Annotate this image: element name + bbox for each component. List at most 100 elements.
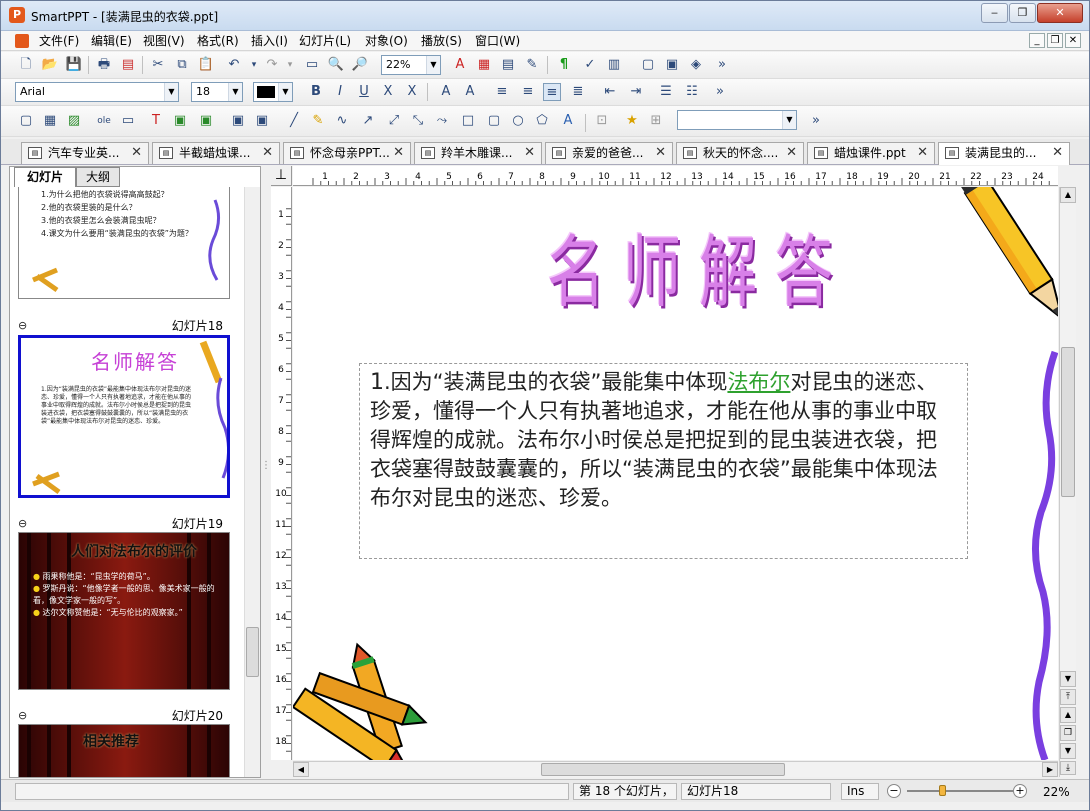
more-draw-icon[interactable]: » [807,112,825,130]
tab-outline[interactable]: 大纲 [76,167,120,187]
menu-play[interactable]: 播放(S) [421,33,462,49]
mdi-restore-icon[interactable]: ❐ [1047,33,1063,48]
line-icon[interactable]: ╱ [285,112,303,130]
menu-edit[interactable]: 编辑(E) [91,33,132,49]
slide-thumbnail-20[interactable]: 相关推荐 [18,724,230,777]
picture-icon[interactable]: ▨ [65,112,83,130]
cut-icon[interactable]: ✂ [149,56,167,74]
copy-icon[interactable]: ⧉ [173,56,191,74]
tab-close-icon[interactable]: ✕ [917,143,928,163]
justify-icon[interactable]: ≣ [569,83,587,101]
first-slide-icon[interactable]: ⤒ [1060,689,1076,705]
pdf-icon[interactable]: ▤ [119,56,137,74]
underline-icon[interactable]: U [355,83,373,101]
tab-close-icon[interactable]: ✕ [262,143,273,163]
elbow-connector-icon[interactable]: ⤡ [409,112,427,130]
present-icon[interactable]: ▣ [663,56,681,74]
tab-slides[interactable]: 幻灯片 [14,167,76,187]
tab-close-icon[interactable]: ✕ [131,143,142,163]
vertical-scrollbar[interactable]: ▲ ▼ ⤒ ▲ ❐ ▼ ⤓ [1059,187,1076,777]
tab-document-8-active[interactable]: ▤ 装满昆虫的... ✕ [938,142,1070,165]
curved-connector-icon[interactable]: ⤳ [433,112,451,130]
scroll-right-icon[interactable]: ▶ [1042,762,1058,777]
slide-thumbnail-17[interactable]: 1.为什么把他的衣袋说得高高鼓起？ 2.他的衣袋里装的是什么？ 3.他的衣袋里怎… [18,187,230,299]
menu-window[interactable]: 窗口(W) [475,33,520,49]
menu-object[interactable]: 对象(O) [365,33,408,49]
redo-icon[interactable]: ↷ [263,56,281,74]
chart-icon[interactable]: ▦ [475,56,493,74]
mdi-close-icon[interactable]: ✕ [1065,33,1081,48]
style-select[interactable]: ▼ [677,110,797,130]
italic-icon[interactable]: I [331,83,349,101]
tab-document-1[interactable]: ▤ 汽车专业英... ✕ [21,142,149,164]
last-slide-icon[interactable]: ⤓ [1060,761,1076,775]
curve-icon[interactable]: ∿ [333,112,351,130]
ungroup-icon[interactable]: ▣ [253,112,271,130]
shrink-font-icon[interactable]: A [461,83,479,101]
bullet-list-icon[interactable]: ☰ [657,83,675,101]
horizontal-scrollbar[interactable]: ◀ ▶ [293,761,1058,777]
rectangle-icon[interactable]: □ [459,112,477,130]
zoom-in-button[interactable]: + [1013,784,1027,798]
grow-font-icon[interactable]: A [437,83,455,101]
new-file-icon[interactable]: 🗋 [17,56,35,74]
menu-file[interactable]: 文件(F) [39,33,79,49]
tab-document-7[interactable]: ▤ 蜡烛课件.ppt ✕ [807,142,935,164]
print-icon[interactable]: 🖶 [95,56,113,74]
table-icon[interactable]: ▤ [499,56,517,74]
strikethrough-icon[interactable]: X [379,83,397,101]
tab-document-5[interactable]: ▤ 亲爱的爸爸... ✕ [545,142,673,164]
shape-a-icon[interactable]: ▣ [171,112,189,130]
page-icon[interactable]: ▢ [639,56,657,74]
effects-icon[interactable]: ⊞ [647,112,665,130]
statistics-icon[interactable]: ▥ [605,56,623,74]
bold-icon[interactable]: B [307,83,325,101]
ruler-corner-icon[interactable]: ⊥ [271,166,292,186]
menu-insert[interactable]: 插入(I) [251,33,288,49]
slide-thumbnail-19[interactable]: 人们对法布尔的评价 ● 雨果称他是：“昆虫学的荷马”。 ● 罗斯丹说：“他像学者… [18,532,230,690]
spellcheck-icon[interactable]: ✓ [581,56,599,74]
ellipse-icon[interactable]: ○ [509,112,527,130]
slide-canvas[interactable]: 名师解答 1.因为“装满昆虫的衣袋”最能集中体现法布尔对昆虫的迷恋、珍爱，懂得一… [293,187,1058,760]
undo-dropdown-icon[interactable]: ▾ [245,56,263,74]
more-format-icon[interactable]: » [711,83,729,101]
select-all-icon[interactable]: ▢ [17,112,35,130]
paste-icon[interactable]: 📋 [197,56,215,74]
numbered-list-icon[interactable]: ☷ [683,83,701,101]
tab-close-icon[interactable]: ✕ [393,143,404,163]
splitter-handle[interactable]: ⋮ [261,451,271,481]
open-folder-icon[interactable]: 📂 [41,56,59,74]
maximize-button[interactable]: ❐ [1009,3,1036,23]
align-left-icon[interactable]: ≡ [493,83,511,101]
tab-document-3[interactable]: ▤ 怀念母亲PPT... ✕ [283,142,411,164]
tab-document-4[interactable]: ▤ 羚羊木雕课... ✕ [414,142,542,164]
align-center-icon[interactable]: ≡ [519,83,537,101]
tab-close-icon[interactable]: ✕ [1052,143,1063,163]
scroll-thumb[interactable] [1061,347,1075,497]
tab-document-2[interactable]: ▤ 半截蜡烛课... ✕ [152,142,280,164]
more-toolbar-icon[interactable]: » [713,56,731,74]
minimize-button[interactable]: ‒ [981,3,1008,23]
pencil-icon[interactable]: ✎ [309,112,327,130]
scroll-down-icon[interactable]: ▼ [1060,671,1076,687]
zoom-out-icon[interactable]: 🔎 [351,56,369,74]
document-icon[interactable] [15,34,29,48]
scroll-up-icon[interactable]: ▲ [1060,187,1076,203]
save-icon[interactable]: 💾 [65,56,83,74]
redo-dropdown-icon[interactable]: ▾ [281,56,299,74]
tab-document-6[interactable]: ▤ 秋天的怀念.... ✕ [676,142,804,164]
table-insert-icon[interactable]: ▦ [41,112,59,130]
slide-thumbnail-18[interactable]: 名师解答 1.因为“装满昆虫的衣袋”最能集中体现法布尔对昆虫的迷恋、珍爱，懂得一… [18,335,230,498]
zoom-slider-track[interactable] [907,790,1013,792]
font-name-select[interactable]: Arial ▼ [15,82,179,102]
scroll-thumb[interactable] [541,763,785,776]
menu-view[interactable]: 视图(V) [143,33,185,49]
slide-list-icon[interactable]: ❐ [1060,725,1076,741]
tab-close-icon[interactable]: ✕ [524,143,535,163]
previous-slide-icon[interactable]: ▲ [1060,707,1076,723]
scroll-thumb[interactable] [246,627,259,677]
zoom-select[interactable]: 22% ▼ [381,55,441,75]
scroll-left-icon[interactable]: ◀ [293,762,309,777]
font-size-select[interactable]: 18 ▼ [191,82,243,102]
text-color-icon[interactable]: A [451,56,469,74]
